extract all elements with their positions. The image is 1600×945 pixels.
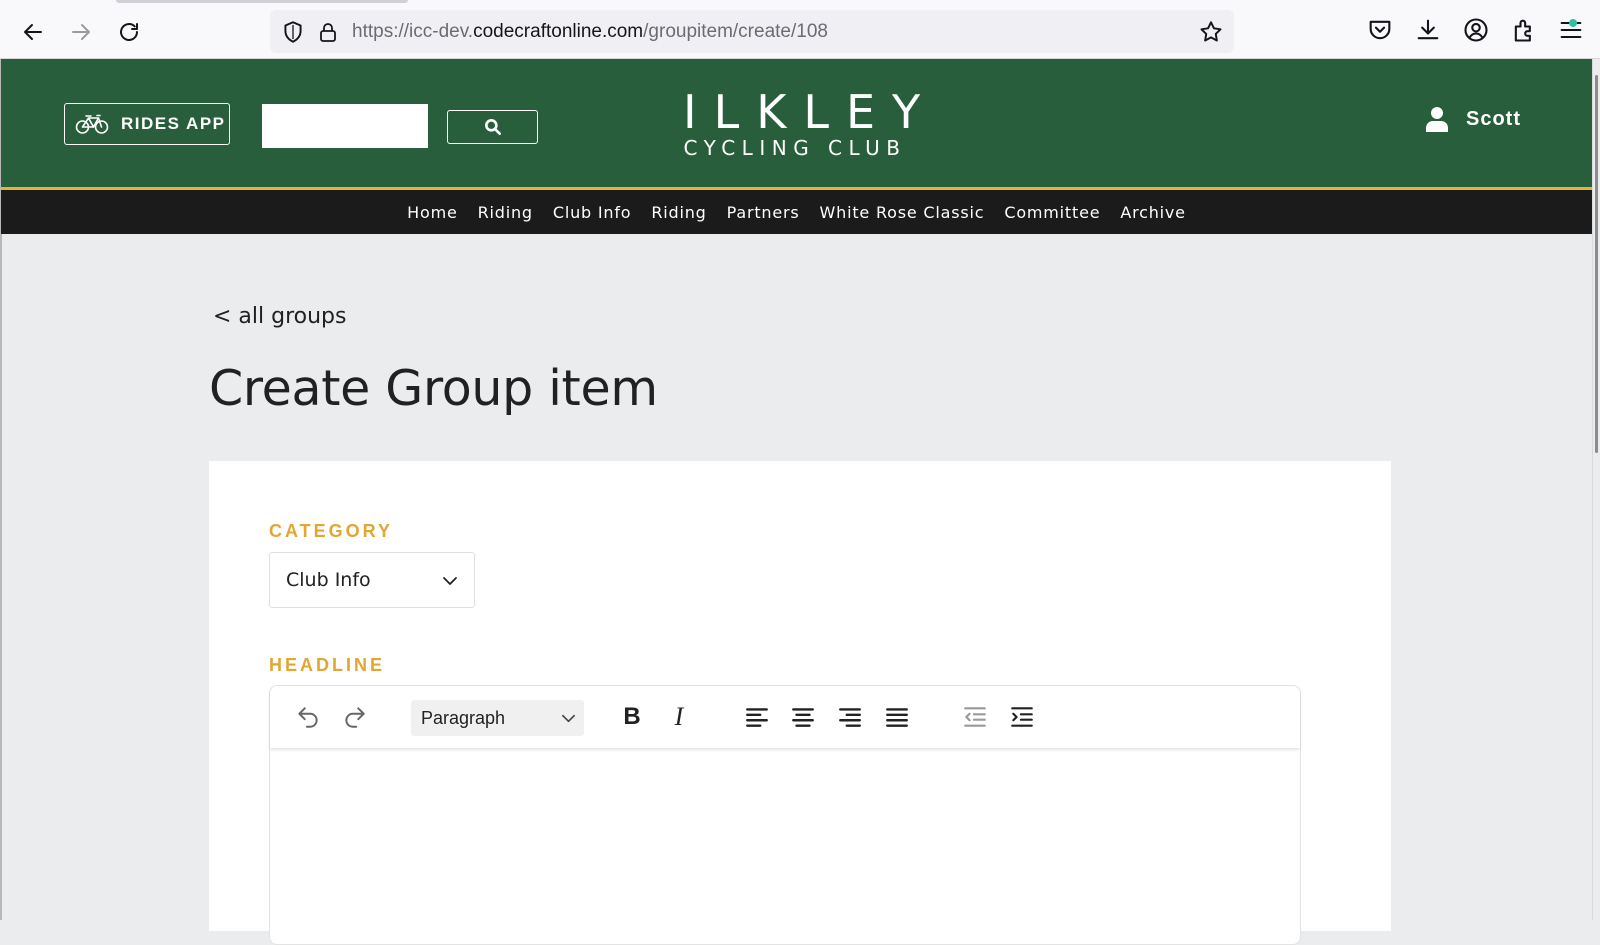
- redo-icon[interactable]: [338, 700, 372, 734]
- bicycle-icon: [75, 114, 109, 134]
- rides-app-button[interactable]: RIDES APP: [64, 103, 230, 145]
- logo-subtitle: CYCLING CLUB: [683, 136, 907, 160]
- url-host: codecraftonline.com: [473, 21, 644, 42]
- user-menu[interactable]: Scott: [1426, 106, 1521, 132]
- italic-button[interactable]: I: [662, 700, 696, 734]
- bookmark-star-icon[interactable]: [1198, 19, 1224, 45]
- nav-item-committee[interactable]: Committee: [1004, 203, 1100, 222]
- address-bar[interactable]: https://icc-dev.codecraftonline.com/grou…: [270, 10, 1234, 53]
- scrollbar-thumb[interactable]: [1595, 75, 1598, 453]
- bold-button[interactable]: B: [615, 700, 649, 734]
- browser-toolbar: https://icc-dev.codecraftonline.com/grou…: [0, 0, 1600, 59]
- chevron-down-icon: [443, 577, 457, 585]
- category-label: CATEGORY: [269, 521, 394, 541]
- headline-editor: Paragraph B I: [269, 685, 1301, 945]
- lock-icon[interactable]: [316, 19, 340, 45]
- extensions-icon[interactable]: [1510, 16, 1538, 44]
- align-justify-icon[interactable]: [880, 700, 914, 734]
- nav-item-club-info[interactable]: Club Info: [553, 203, 631, 222]
- shield-icon[interactable]: [280, 19, 306, 45]
- align-right-icon[interactable]: [833, 700, 867, 734]
- search-icon: [484, 119, 501, 135]
- form-card: CATEGORY Club Info HEADLINE Paragraph B …: [209, 461, 1391, 945]
- url-text[interactable]: https://icc-dev.codecraftonline.com/grou…: [352, 21, 828, 43]
- nav-item-riding-2[interactable]: Riding: [651, 203, 706, 222]
- editor-toolbar: Paragraph B I: [270, 686, 1300, 748]
- align-center-icon[interactable]: [786, 700, 820, 734]
- nav-item-riding[interactable]: Riding: [478, 203, 533, 222]
- reload-icon[interactable]: [110, 13, 148, 51]
- italic-icon: I: [674, 702, 684, 731]
- pocket-icon[interactable]: [1366, 16, 1394, 44]
- page-title: Create Group item: [209, 360, 658, 417]
- category-selected-value: Club Info: [286, 569, 371, 591]
- block-format-select[interactable]: Paragraph: [411, 700, 584, 736]
- outdent-icon[interactable]: [958, 700, 992, 734]
- undo-icon[interactable]: [291, 700, 325, 734]
- site-header: RIDES APP ILKLEY CYCLING CLUB Scott: [1, 59, 1592, 190]
- search-button[interactable]: [447, 110, 538, 144]
- nav-item-archive[interactable]: Archive: [1120, 203, 1185, 222]
- forward-arrow-icon[interactable]: [62, 13, 100, 51]
- page-scrollbar[interactable]: [1592, 59, 1600, 920]
- tab-strip-hint: [116, 0, 408, 3]
- update-dot: [1569, 19, 1577, 27]
- chevron-down-icon: [562, 714, 575, 723]
- align-left-icon[interactable]: [740, 700, 774, 734]
- nav-item-partners[interactable]: Partners: [727, 203, 800, 222]
- main-nav: Home Riding Club Info Riding Partners Wh…: [1, 190, 1592, 234]
- club-logo[interactable]: ILKLEY CYCLING CLUB: [677, 85, 938, 159]
- indent-icon[interactable]: [1005, 700, 1039, 734]
- nav-item-home[interactable]: Home: [407, 203, 457, 222]
- user-name: Scott: [1466, 107, 1521, 130]
- block-format-value: Paragraph: [421, 707, 506, 728]
- back-to-groups-link[interactable]: < all groups: [213, 304, 346, 329]
- account-icon[interactable]: [1462, 16, 1490, 44]
- nav-item-white-rose-classic[interactable]: White Rose Classic: [820, 203, 985, 222]
- rides-app-label: RIDES APP: [121, 114, 226, 133]
- category-select[interactable]: Club Info: [269, 552, 475, 608]
- back-arrow-icon[interactable]: [14, 13, 52, 51]
- url-prefix: https://icc-dev.: [352, 21, 474, 42]
- url-path: /groupitem/create/108: [643, 21, 828, 42]
- headline-editor-body[interactable]: [270, 748, 1300, 944]
- download-icon[interactable]: [1414, 16, 1442, 44]
- bold-icon: B: [623, 703, 641, 730]
- headline-label: HEADLINE: [269, 655, 386, 675]
- logo-name: ILKLEY: [683, 85, 938, 139]
- user-icon: [1426, 107, 1448, 132]
- site-search-input[interactable]: [262, 104, 428, 148]
